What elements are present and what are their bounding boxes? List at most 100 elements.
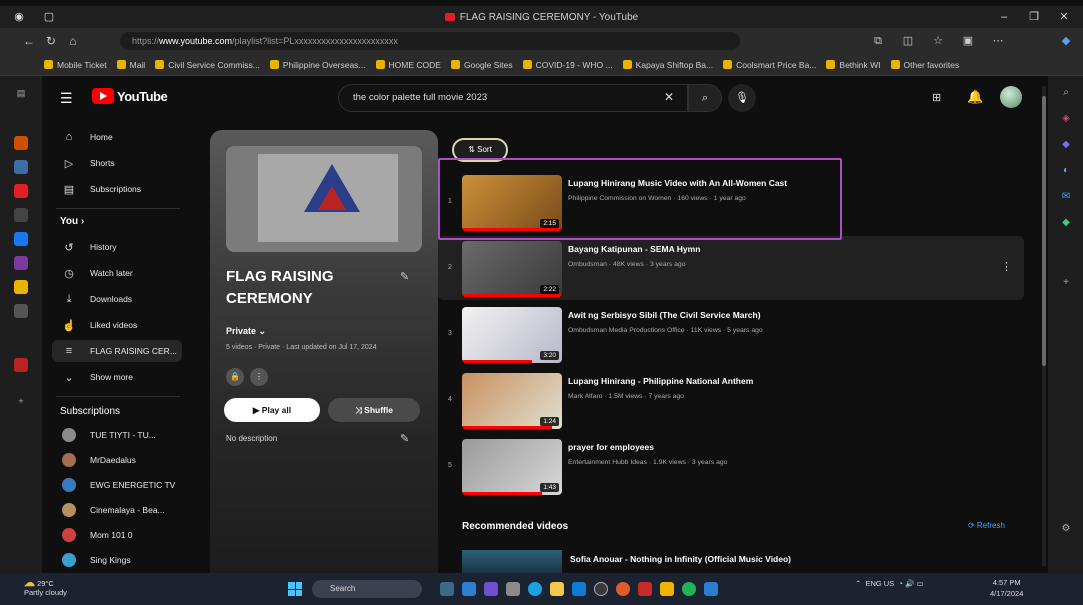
new-tab-icon[interactable]: + <box>14 394 28 408</box>
sidebar-item[interactable]: ▤ Subscriptions <box>52 178 182 200</box>
video-thumbnail[interactable] <box>462 550 562 573</box>
firefox-icon[interactable] <box>616 582 630 596</box>
voice-search-button[interactable]: 🎙 <box>728 84 756 112</box>
more-options-icon[interactable]: ⋮ <box>1001 260 1012 273</box>
back-icon[interactable]: ← <box>18 34 40 48</box>
clear-search-icon[interactable]: ✕ <box>664 90 674 104</box>
widgets-icon[interactable] <box>462 582 476 596</box>
app-icon[interactable] <box>506 582 520 596</box>
video-thumbnail[interactable]: 3:20 <box>462 307 562 363</box>
menu-icon[interactable]: ☰ <box>60 90 73 107</box>
video-thumbnail[interactable]: 2:22 <box>462 241 562 297</box>
playlist-video-row[interactable]: 2 2:22 Bayang Katipunan - SEMA Hymn Ombudsm… <box>438 236 1024 300</box>
video-thumbnail[interactable]: 1:43 <box>462 439 562 495</box>
bookmark-item[interactable]: Google Sites <box>450 60 513 70</box>
copilot-icon[interactable]: ◆ <box>1058 33 1074 49</box>
tab-strip-icon[interactable]: ▤ <box>14 86 28 100</box>
split-screen-icon[interactable]: ◫ <box>900 33 916 49</box>
app-icon[interactable] <box>638 582 652 596</box>
video-title[interactable]: Sofia Anouar - Nothing in Infinity (Offi… <box>570 554 791 564</box>
recommended-video[interactable]: Sofia Anouar - Nothing in Infinity (Offi… <box>462 550 1022 573</box>
weather-widget[interactable]: ☁ 29°C Partly cloudy <box>24 578 67 598</box>
playlist-video-row[interactable]: 3 3:20 Awit ng Serbisyo Sibil (The Civil S… <box>438 302 1024 366</box>
tab-favicon-icon[interactable] <box>14 304 28 318</box>
subscription-item[interactable]: Mom 101 0 <box>52 524 182 546</box>
app-icon[interactable] <box>682 582 696 596</box>
search-button[interactable]: ⌕ <box>688 84 722 112</box>
bookmark-item[interactable]: Mobile Ticket <box>44 60 107 70</box>
refresh-icon[interactable]: ↻ <box>40 34 62 48</box>
word-icon[interactable] <box>704 582 718 596</box>
search-sidebar-icon[interactable]: ⌕ <box>1059 86 1073 100</box>
edit-description-icon[interactable]: ✎ <box>400 432 409 445</box>
volume-icon[interactable]: 🔊 <box>905 579 914 588</box>
search-input[interactable]: the color palette full movie 2023 <box>338 84 688 112</box>
tab-favicon-icon[interactable] <box>14 160 28 174</box>
play-all-button[interactable]: ▶ Play all <box>224 398 320 422</box>
account-avatar[interactable] <box>1000 86 1022 108</box>
sidebar-item[interactable]: ◷ Watch later <box>52 262 182 284</box>
playlist-video-row[interactable]: 4 1:24 Lupang Hinirang - Philippine Nation… <box>438 368 1024 432</box>
language-indicator[interactable]: ENG US <box>865 579 894 588</box>
bookmark-item[interactable]: Civil Service Commiss... <box>155 60 260 70</box>
sidebar-item[interactable]: ☝ Liked videos <box>52 314 182 336</box>
subscription-item[interactable]: TUE TIYTI - TU... <box>52 424 182 446</box>
bookmark-item[interactable]: HOME CODE <box>375 60 441 70</box>
battery-icon[interactable]: ▭ <box>916 579 923 588</box>
tab-favicon-icon[interactable] <box>14 358 28 372</box>
youtube-tab-icon[interactable] <box>14 184 28 198</box>
create-icon[interactable]: ⊞ <box>932 91 941 104</box>
office-icon[interactable]: ◐ <box>1059 164 1073 178</box>
favorites-icon[interactable]: ☆ <box>930 33 946 49</box>
chrome-icon[interactable] <box>594 582 608 596</box>
browser-menu-icon[interactable]: ⋯ <box>990 33 1006 49</box>
sidebar-item[interactable]: ↺ History <box>52 236 182 258</box>
bookmark-item[interactable]: Mail <box>116 60 145 70</box>
scrollbar-thumb[interactable] <box>1042 96 1046 366</box>
notifications-icon[interactable]: 🔔 <box>967 89 983 105</box>
youtube-logo[interactable]: YouTube <box>92 88 168 104</box>
teams-icon[interactable] <box>484 582 498 596</box>
bookmark-item[interactable]: COVID-19 - WHO ... <box>522 60 613 70</box>
video-thumbnail[interactable]: 1:24 <box>462 373 562 429</box>
bookmark-item[interactable]: Other favorites <box>890 60 959 70</box>
privacy-dropdown[interactable]: Private ⌄ <box>226 326 266 337</box>
lock-icon[interactable]: 🔒 <box>226 368 244 386</box>
video-title[interactable]: Awit ng Serbisyo Sibil (The Civil Servic… <box>568 310 761 320</box>
drop-icon[interactable]: ◆ <box>1059 216 1073 230</box>
tab-favicon-icon[interactable] <box>14 136 28 150</box>
sidebar-item[interactable]: ⌂ Home <box>52 126 182 148</box>
url-field[interactable]: https://www.youtube.com/playlist?list=PL… <box>120 32 740 50</box>
sidebar-item[interactable]: ⤓ Downloads <box>52 288 182 310</box>
task-view-icon[interactable] <box>440 582 454 596</box>
maximize-button[interactable]: ❐ <box>1019 6 1049 28</box>
extensions-icon[interactable]: ⧉ <box>870 33 886 49</box>
shuffle-button[interactable]: ⤨ Shuffle <box>328 398 420 422</box>
close-window-button[interactable]: ✕ <box>1049 6 1079 28</box>
bookmark-item[interactable]: Bethink WI <box>826 60 881 70</box>
store-icon[interactable] <box>572 582 586 596</box>
playlist-thumbnail[interactable] <box>226 146 422 252</box>
subscription-item[interactable]: EWG ENERGETIC TV <box>52 474 182 496</box>
bookmark-item[interactable]: Philippine Overseas... <box>269 60 366 70</box>
sidebar-heading-you[interactable]: You › <box>60 216 84 227</box>
bookmark-item[interactable]: Kapaya Shiftop Ba... <box>622 60 713 70</box>
facebook-tab-icon[interactable] <box>14 232 28 246</box>
page-scrollbar[interactable] <box>1042 86 1046 566</box>
games-icon[interactable]: ◆ <box>1059 138 1073 152</box>
sidebar-item[interactable]: ≡ FLAG RAISING CER... <box>52 340 182 362</box>
taskbar-search[interactable]: Search <box>312 580 422 598</box>
subscription-item[interactable]: Sing Kings <box>52 549 182 571</box>
sidebar-settings-icon[interactable]: ⚙ <box>1059 522 1073 536</box>
more-options-icon[interactable]: ⋮ <box>250 368 268 386</box>
tools-icon[interactable]: ◈ <box>1059 112 1073 126</box>
add-sidebar-icon[interactable]: + <box>1059 276 1073 290</box>
video-title[interactable]: Lupang Hinirang - Philippine National An… <box>568 376 753 386</box>
video-title[interactable]: prayer for employees <box>568 442 654 452</box>
tab-favicon-icon[interactable] <box>14 280 28 294</box>
clock[interactable]: 4:57 PM 4/17/2024 <box>990 577 1023 599</box>
refresh-button[interactable]: ⟳ Refresh <box>968 521 1005 530</box>
edit-title-icon[interactable]: ✎ <box>400 270 409 283</box>
sidebar-item[interactable]: ▷ Shorts <box>52 152 182 174</box>
tray-chevron-icon[interactable]: ⌃ <box>855 579 861 588</box>
